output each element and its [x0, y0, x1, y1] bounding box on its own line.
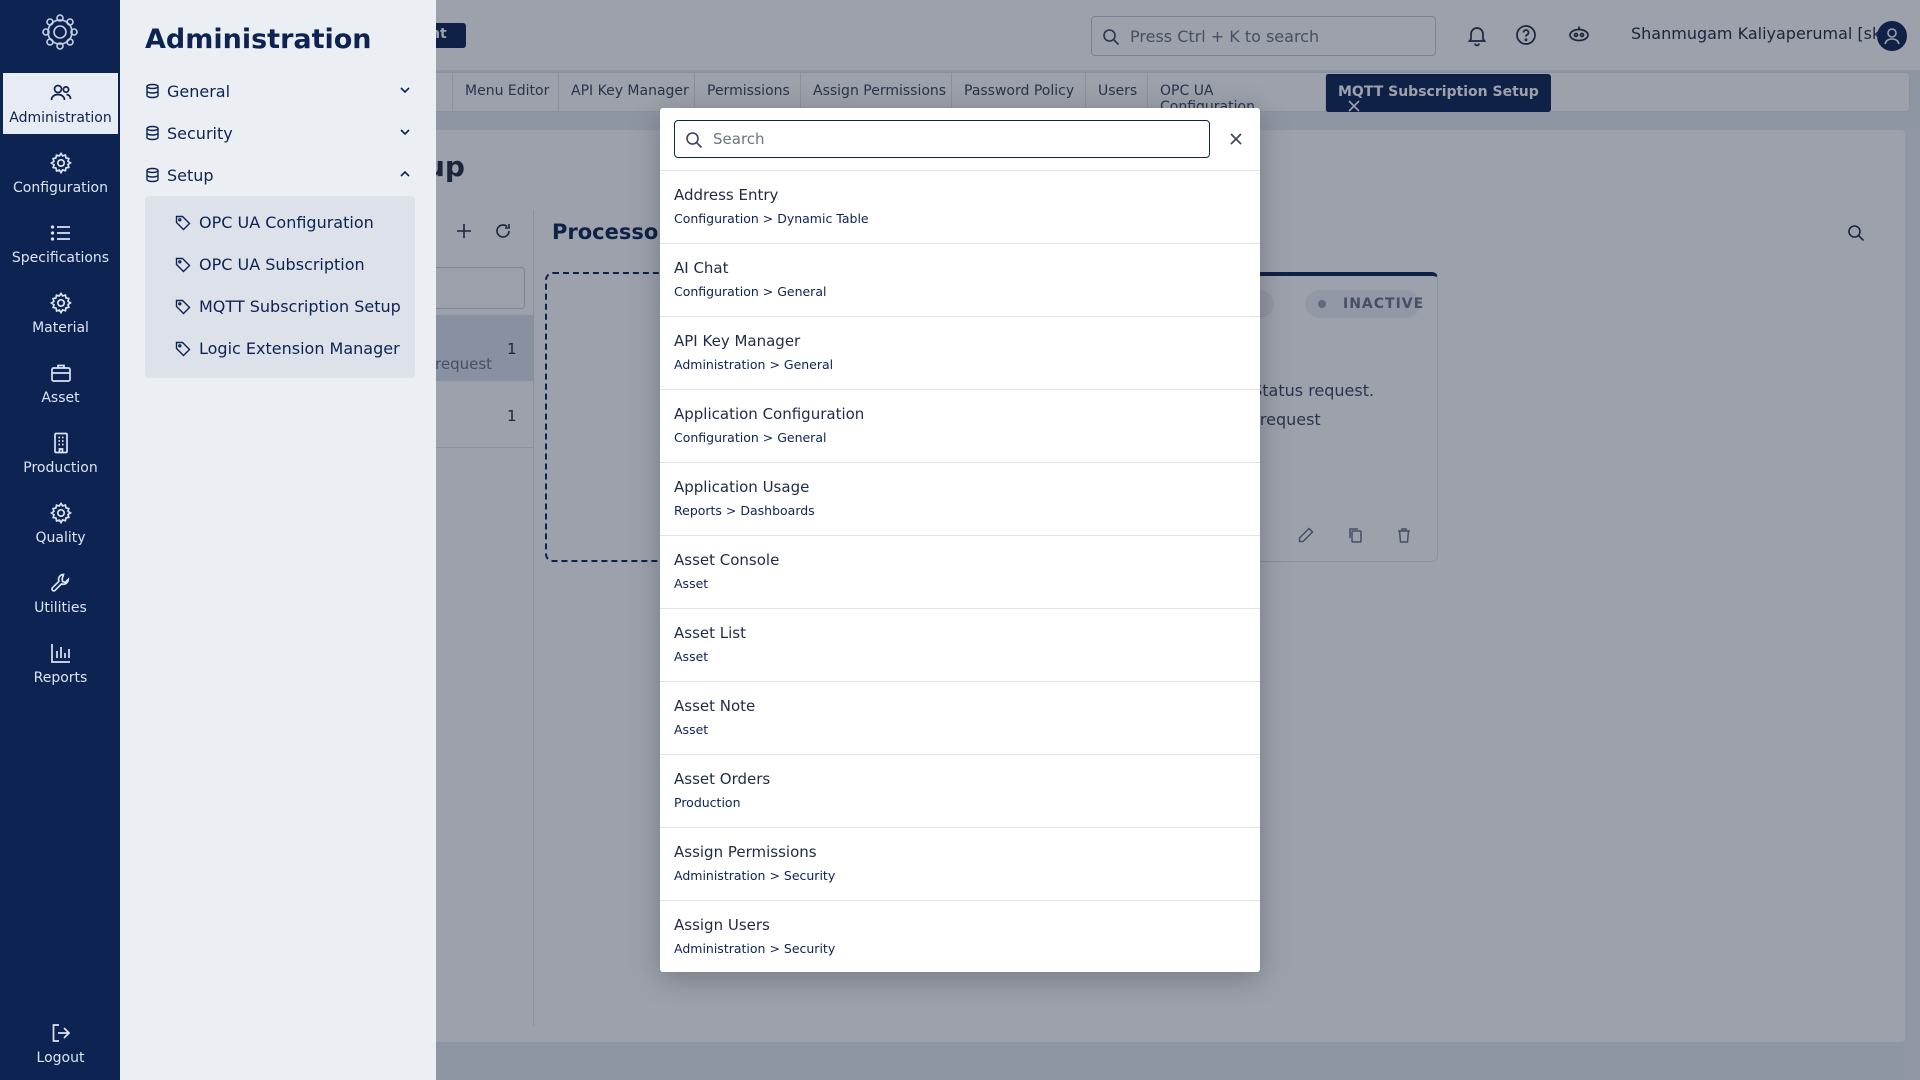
search-result-application-configuration[interactable]: Application Configuration Configuration …: [660, 389, 1260, 462]
rail-label: Material: [32, 320, 89, 336]
search-result-asset-orders[interactable]: Asset Orders Production: [660, 754, 1260, 827]
result-path: Asset: [674, 576, 709, 591]
setup-submenu: OPC UA Configuration OPC UA Subscription…: [145, 196, 415, 378]
result-title: API Key Manager: [674, 332, 801, 350]
chevron-down-icon: [399, 84, 411, 96]
left-rail: Administration Configuration Specificati…: [0, 0, 120, 1080]
nav-group-setup[interactable]: Setup: [145, 160, 415, 190]
result-path: Administration > Security: [674, 941, 836, 956]
chevron-up-icon: [399, 168, 411, 180]
administration-flyout: Administration General Security Setup OP…: [120, 0, 436, 1080]
rail-label: Configuration: [13, 180, 108, 196]
rail-label: Specifications: [11, 250, 110, 266]
result-title: AI Chat: [674, 259, 729, 277]
result-path: Asset: [674, 722, 709, 737]
bar-chart-icon: [49, 641, 73, 665]
chevron-down-icon: [399, 126, 411, 138]
result-path: Configuration > General: [674, 284, 827, 299]
result-path: Configuration > Dynamic Table: [674, 211, 869, 226]
app-logo-icon[interactable]: [41, 13, 79, 51]
result-title: Assign Users: [674, 916, 770, 934]
tag-icon: [175, 215, 191, 231]
search-input[interactable]: [713, 127, 1193, 151]
nav-group-security[interactable]: Security: [145, 118, 415, 148]
gear-icon: [49, 151, 73, 175]
close-icon[interactable]: [1227, 130, 1245, 148]
wrench-icon: [49, 571, 73, 595]
rail-item-administration[interactable]: Administration: [3, 73, 118, 134]
result-path: Configuration > General: [674, 430, 827, 445]
result-title: Address Entry: [674, 186, 779, 204]
rail-label: Administration: [9, 110, 112, 126]
result-path: Asset: [674, 649, 709, 664]
search-result-asset-note[interactable]: Asset Note Asset: [660, 681, 1260, 754]
building-icon: [49, 431, 73, 455]
logout-label: Logout: [36, 1050, 85, 1066]
sidebar-item-logic-extension-manager[interactable]: Logic Extension Manager: [175, 334, 410, 364]
result-path: Administration > General: [674, 357, 834, 372]
rail-item-specifications[interactable]: Specifications: [3, 213, 118, 274]
result-title: Asset List: [674, 624, 746, 642]
rail-item-production[interactable]: Production: [3, 423, 118, 484]
gear-icon: [49, 291, 73, 315]
rail-label: Utilities: [34, 600, 87, 616]
result-title: Asset Console: [674, 551, 780, 569]
rail-label: Reports: [33, 670, 88, 686]
result-title: Application Configuration: [674, 405, 865, 423]
search-result-ai-chat[interactable]: AI Chat Configuration > General: [660, 243, 1260, 316]
search-modal: Address Entry Configuration > Dynamic Ta…: [660, 108, 1260, 972]
rail-item-quality[interactable]: Quality: [3, 493, 118, 554]
search-result-assign-users[interactable]: Assign Users Administration > Security: [660, 900, 1260, 972]
database-icon: [145, 125, 160, 141]
rail-item-logout[interactable]: Logout: [3, 1013, 118, 1074]
nav-group-general[interactable]: General: [145, 76, 415, 106]
result-path: Administration > Security: [674, 868, 836, 883]
rail-item-material[interactable]: Material: [3, 283, 118, 344]
search-result-asset-list[interactable]: Asset List Asset: [660, 608, 1260, 681]
tag-icon: [175, 257, 191, 273]
briefcase-icon: [49, 361, 73, 385]
result-title: Assign Permissions: [674, 843, 817, 861]
result-title: Asset Note: [674, 697, 756, 715]
sidebar-item-opc-ua-configuration[interactable]: OPC UA Configuration: [175, 208, 410, 238]
rail-label: Quality: [35, 530, 86, 546]
tag-icon: [175, 341, 191, 357]
search-result-api-key-manager[interactable]: API Key Manager Administration > General: [660, 316, 1260, 389]
flyout-title: Administration: [145, 24, 372, 55]
rail-item-asset[interactable]: Asset: [3, 353, 118, 414]
list-icon: [49, 221, 73, 245]
logout-icon: [49, 1021, 73, 1045]
sidebar-item-mqtt-subscription-setup[interactable]: MQTT Subscription Setup: [175, 292, 410, 322]
rail-item-configuration[interactable]: Configuration: [3, 143, 118, 204]
sidebar-item-opc-ua-subscription[interactable]: OPC UA Subscription: [175, 250, 410, 280]
result-path: Production: [674, 795, 741, 810]
rail-item-reports[interactable]: Reports: [3, 633, 118, 694]
search-icon: [685, 131, 703, 149]
gear-icon: [49, 501, 73, 525]
rail-label: Production: [23, 460, 98, 476]
search-result-address-entry[interactable]: Address Entry Configuration > Dynamic Ta…: [660, 170, 1260, 243]
tag-icon: [175, 299, 191, 315]
rail-label: Asset: [41, 390, 80, 406]
rail-item-utilities[interactable]: Utilities: [3, 563, 118, 624]
search-result-application-usage[interactable]: Application Usage Reports > Dashboards: [660, 462, 1260, 535]
database-icon: [145, 167, 160, 183]
search-results: Address Entry Configuration > Dynamic Ta…: [660, 170, 1260, 972]
search-result-assign-permissions[interactable]: Assign Permissions Administration > Secu…: [660, 827, 1260, 900]
users-icon: [49, 81, 73, 105]
result-title: Asset Orders: [674, 770, 771, 788]
search-result-asset-console[interactable]: Asset Console Asset: [660, 535, 1260, 608]
result-path: Reports > Dashboards: [674, 503, 815, 518]
search-field[interactable]: [674, 120, 1210, 158]
result-title: Application Usage: [674, 478, 810, 496]
database-icon: [145, 83, 160, 99]
